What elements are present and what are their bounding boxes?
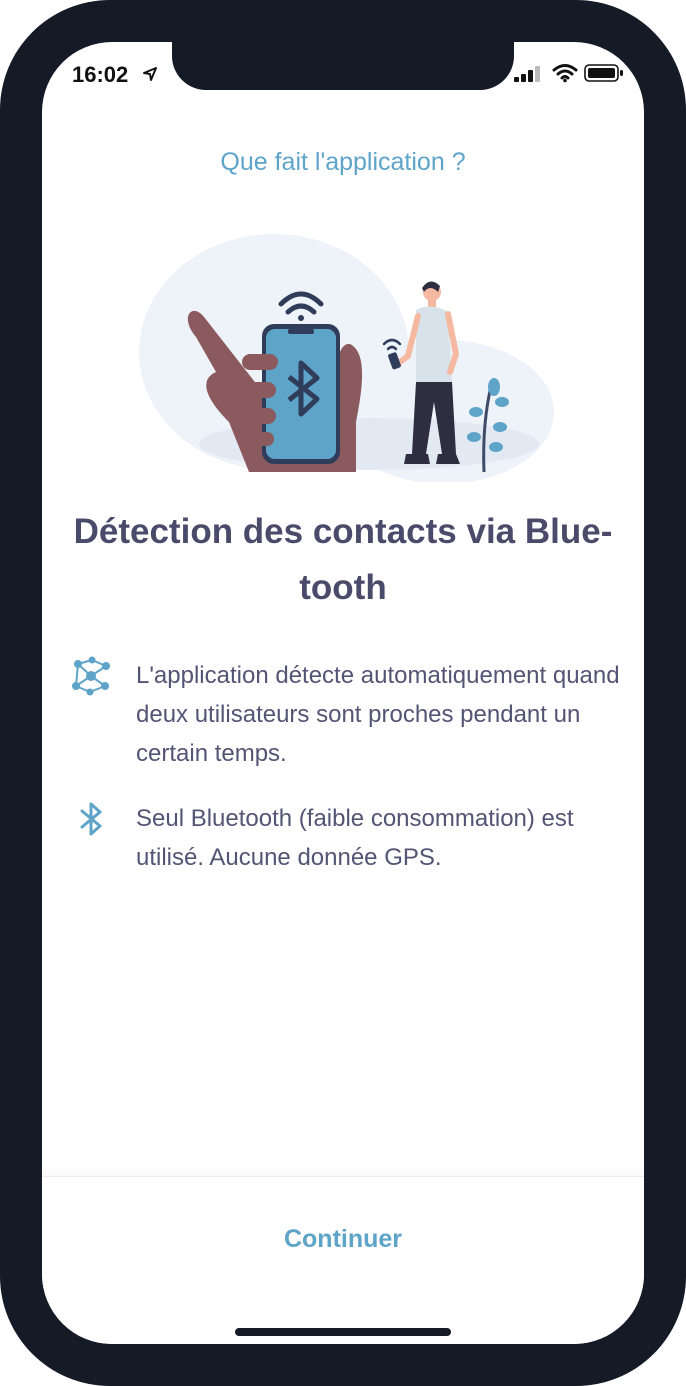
- network-nodes-icon: [72, 656, 110, 696]
- header-question: Que fait l'application ?: [220, 148, 466, 176]
- footer: Continuer: [42, 1176, 644, 1344]
- page-title: Détection des contacts via Blue-tooth: [73, 512, 613, 607]
- status-time: 16:02: [72, 62, 129, 87]
- home-indicator[interactable]: [235, 1328, 451, 1336]
- continue-button[interactable]: Continuer: [222, 1217, 464, 1261]
- location-arrow-icon: [143, 67, 157, 81]
- cellular-signal-icon: [514, 66, 540, 82]
- feature-text: L'application détecte automatiquement qu…: [136, 662, 620, 767]
- person-phone-bluetooth-illustration: [139, 234, 554, 482]
- phone-frame: 16:02 Que fait l'application ? Détection…: [0, 0, 686, 1386]
- notch: [172, 42, 514, 90]
- screen: 16:02 Que fait l'application ? Détection…: [42, 42, 644, 1344]
- battery-icon: [584, 64, 623, 82]
- feature-text: Seul Bluetooth (faible consommation) est…: [136, 805, 574, 871]
- bluetooth-icon: [80, 802, 102, 836]
- wifi-icon: [552, 64, 578, 83]
